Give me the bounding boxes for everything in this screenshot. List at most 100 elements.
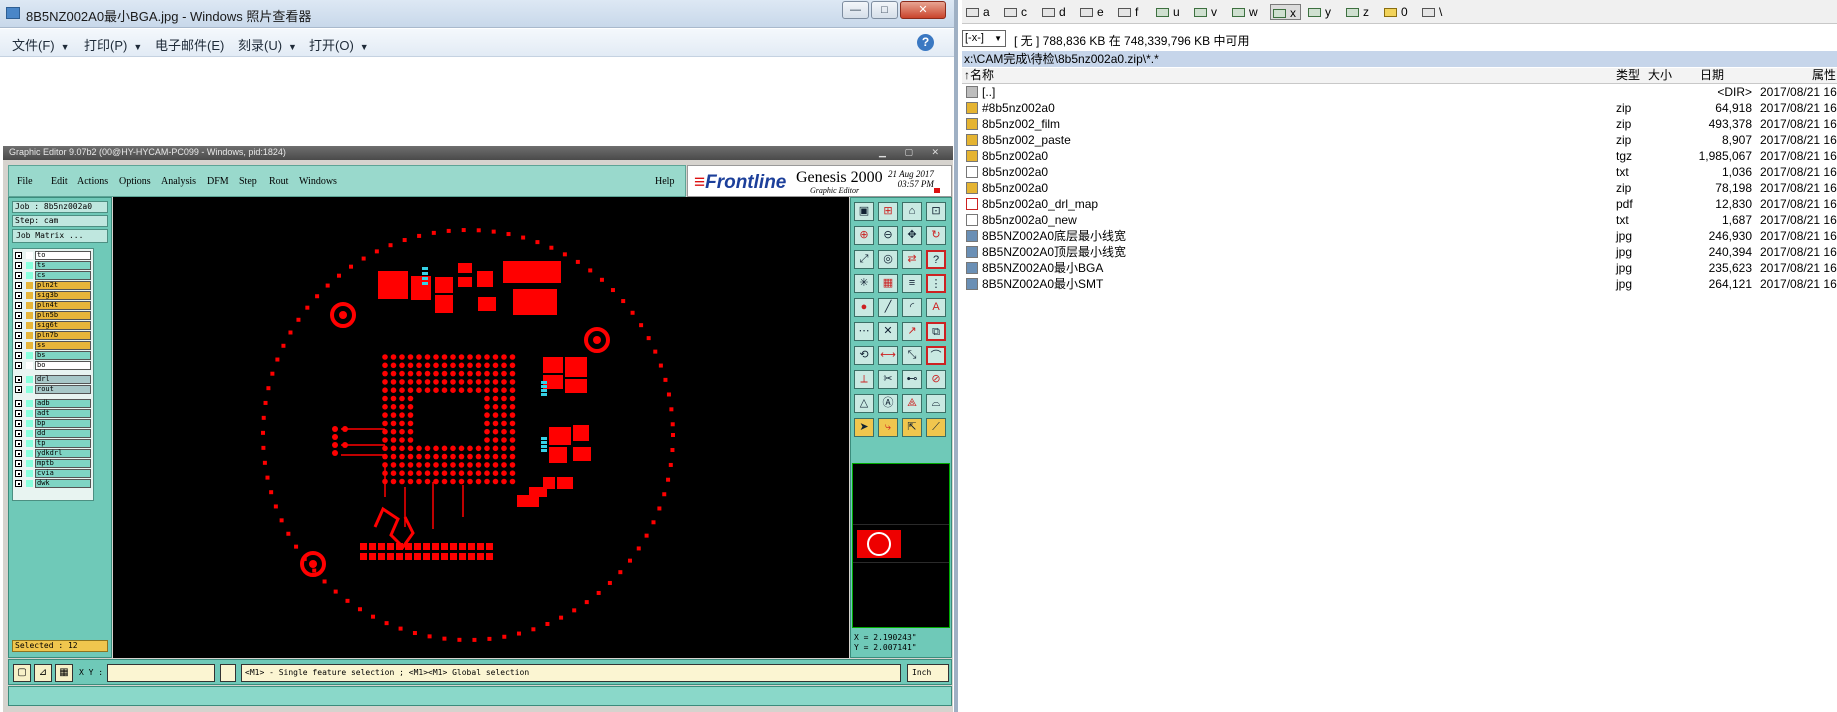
layer-row[interactable]: pln5b [13, 311, 93, 320]
layer-row[interactable]: pln4t [13, 301, 93, 310]
layer-checkbox[interactable] [15, 292, 22, 299]
genesis-menu-help[interactable]: Help [655, 176, 674, 187]
layer-checkbox[interactable] [15, 430, 22, 437]
open-job-tool[interactable]: ▣ [854, 202, 874, 221]
minimize-button[interactable]: — [842, 1, 869, 19]
job-matrix-button[interactable]: Job Matrix ... [12, 229, 108, 243]
genesis-menu-rout[interactable]: Rout [269, 176, 288, 187]
select-tool[interactable]: ⇱ [902, 418, 922, 437]
select-net-tool[interactable]: ⊷ [902, 370, 922, 389]
zoom-window-tool[interactable]: ⊡ [926, 202, 946, 221]
layer-row[interactable]: dwk [13, 479, 93, 488]
graphics-canvas[interactable] [113, 197, 849, 658]
layer-checkbox[interactable] [15, 410, 22, 417]
file-row[interactable]: 8B5NZ002A0最小SMT jpg 264,121 2017/08/21 16:0… [962, 276, 1837, 292]
layer-row[interactable]: cs [13, 271, 93, 280]
genesis-menu-edit[interactable]: Edit [51, 176, 68, 187]
close-button[interactable]: ✕ [900, 1, 946, 19]
layer-checkbox[interactable] [15, 460, 22, 467]
genesis-menu-options[interactable]: Options [119, 176, 151, 187]
pick-tool[interactable]: ⤷ [878, 418, 898, 437]
triangle-tool[interactable]: △ [854, 394, 874, 413]
file-row[interactable]: 8b5nz002a0 zip 78,198 2017/08/21 16:14-a— [962, 180, 1837, 196]
help-icon[interactable]: ? [917, 34, 934, 51]
unit-selector[interactable]: Inch [907, 664, 949, 682]
layer-checkbox[interactable] [15, 272, 22, 279]
copy-tool[interactable]: ⧉ [926, 322, 946, 341]
layer-checkbox[interactable] [15, 386, 22, 393]
drive-button-y[interactable]: y [1308, 4, 1335, 20]
layer-checkbox[interactable] [15, 420, 22, 427]
menu-file[interactable]: 文件(F) ▼ [12, 35, 70, 54]
layer-row[interactable]: ss [13, 341, 93, 350]
drive-button-c[interactable]: c [1004, 4, 1031, 20]
layer-row[interactable]: dd [13, 429, 93, 438]
drive-button-x[interactable]: x [1270, 4, 1301, 20]
move-tool[interactable]: ↗ [902, 322, 922, 341]
snap-icon[interactable]: ▢ [13, 664, 31, 682]
add-line-tool[interactable]: ╱ [878, 298, 898, 317]
menu-email[interactable]: 电子邮件(E) [155, 35, 224, 54]
pointer-tool[interactable]: ➤ [854, 418, 874, 437]
drive-button-d[interactable]: d [1042, 4, 1070, 20]
layer-checkbox[interactable] [15, 262, 22, 269]
home-tool[interactable]: ⌂ [902, 202, 922, 221]
file-row[interactable]: 8b5nz002a0 txt 1,036 2017/08/21 16:09-a— [962, 164, 1837, 180]
drive-button-v[interactable]: v [1194, 4, 1221, 20]
layer-row[interactable]: mptb [13, 459, 93, 468]
refresh-tool[interactable]: ↻ [926, 226, 946, 245]
column-type[interactable]: 类型 [1616, 68, 1640, 83]
layer-row[interactable]: bo [13, 361, 93, 370]
save-tool[interactable]: ⊞ [878, 202, 898, 221]
file-row[interactable]: 8b5nz002a0 tgz 1,985,067 2017/08/21 16:10-a… [962, 148, 1837, 164]
genesis-menu-analysis[interactable]: Analysis [161, 176, 196, 187]
break-tool[interactable]: ⟂ [854, 370, 874, 389]
layer-checkbox[interactable] [15, 342, 22, 349]
resize-tool[interactable]: ⤡ [902, 346, 922, 365]
file-row[interactable]: 8b5nz002a0_drl_map pdf 12,830 2017/08/21 16… [962, 196, 1837, 212]
column-size[interactable]: 大小 [1648, 68, 1672, 83]
add-pad-tool[interactable]: ● [854, 298, 874, 317]
layer-row[interactable]: ydkdrl [13, 449, 93, 458]
maximize-button[interactable]: □ [871, 1, 898, 19]
layer-checkbox[interactable] [15, 440, 22, 447]
viewer-title-bar[interactable]: 8B5NZ002A0最小BGA.jpg - Windows 照片查看器 — □ … [0, 0, 954, 28]
xy-input[interactable] [107, 664, 215, 682]
genesis-menu-file[interactable]: File [17, 176, 33, 187]
add-text-tool[interactable]: A [926, 298, 946, 317]
rubber-tool[interactable]: ⟋ [926, 418, 946, 437]
layer-checkbox[interactable] [15, 312, 22, 319]
drc-tool[interactable]: ⊘ [926, 370, 946, 389]
arc-mark-tool[interactable]: ⌓ [926, 394, 946, 413]
center-tool[interactable]: ◎ [878, 250, 898, 269]
measure-tool[interactable]: ⇄ [902, 250, 922, 269]
layer-checkbox[interactable] [15, 376, 22, 383]
filter-tool[interactable]: ⋮ [926, 274, 946, 293]
layer-row[interactable]: adb [13, 399, 93, 408]
file-row[interactable]: #8b5nz002a0 zip 64,918 2017/08/21 16:14-a— [962, 100, 1837, 116]
file-row[interactable]: 8B5NZ002A0底层最小线宽 jpg 246,930 2017/08/21 16:… [962, 228, 1837, 244]
genesis-menu-windows[interactable]: Windows [299, 176, 337, 187]
menu-open[interactable]: 打开(O) ▼ [309, 35, 369, 54]
menu-print[interactable]: 打印(P) ▼ [84, 35, 142, 54]
layer-row[interactable]: pln7b [13, 331, 93, 340]
layer-checkbox[interactable] [15, 362, 22, 369]
layer-row[interactable]: to [13, 251, 93, 260]
layer-row[interactable]: cvia [13, 469, 93, 478]
layer-checkbox[interactable] [15, 332, 22, 339]
reshape-tool[interactable]: ⌒ [926, 346, 946, 365]
layer-row[interactable]: tp [13, 439, 93, 448]
drive-button-z[interactable]: z [1346, 4, 1373, 20]
file-row[interactable]: 8b5nz002_film zip 493,378 2017/08/21 16:09-… [962, 116, 1837, 132]
drive-button-a[interactable]: a [966, 4, 994, 20]
pan-tool[interactable]: ✥ [902, 226, 922, 245]
layer-row[interactable]: ts [13, 261, 93, 270]
xy-apply-button[interactable] [220, 664, 236, 682]
grid-tool[interactable]: ▦ [878, 274, 898, 293]
connect-tool[interactable]: ⋯ [854, 322, 874, 341]
drive-button-0[interactable]: 0 [1384, 4, 1412, 20]
layer-checkbox[interactable] [15, 352, 22, 359]
layer-row[interactable]: pln2t [13, 281, 93, 290]
layer-row[interactable]: sig6t [13, 321, 93, 330]
drive-button-w[interactable]: w [1232, 4, 1262, 20]
